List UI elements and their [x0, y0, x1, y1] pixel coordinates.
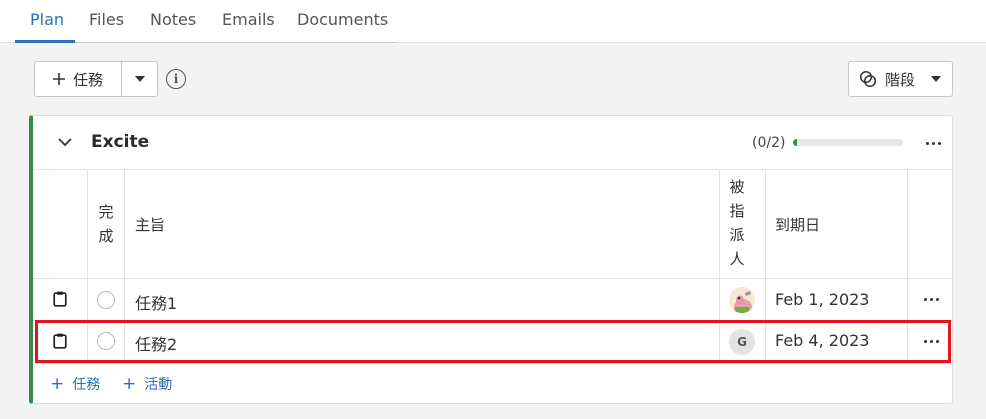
task-subject[interactable]: 任務2 — [135, 331, 177, 355]
row-divider — [33, 278, 952, 279]
add-task-link[interactable]: + 任務 — [50, 374, 100, 394]
plus-icon: + — [50, 373, 65, 394]
add-task-link-label: 任務 — [72, 377, 101, 393]
tab-files[interactable]: Files — [89, 10, 124, 29]
header-assignee-char: 人 — [729, 250, 745, 268]
add-activity-link[interactable]: + 活動 — [122, 374, 172, 394]
task-more-icon[interactable] — [924, 340, 939, 343]
header-done-char: 完 — [98, 203, 114, 221]
caret-down-icon — [135, 76, 145, 82]
stage-label: 階段 — [885, 70, 916, 89]
tab-notes[interactable]: Notes — [150, 10, 196, 29]
header-subject[interactable]: 主旨 — [135, 214, 165, 235]
header-assignee[interactable]: 被 指 派 人 — [727, 175, 747, 271]
header-assignee-char: 被 — [729, 178, 745, 196]
add-task-button[interactable]: 任務 — [35, 62, 121, 96]
stage-header: Excite (0/2) — [33, 116, 953, 170]
caret-down-icon — [931, 76, 942, 82]
task-more-icon[interactable] — [924, 298, 939, 301]
active-tab-indicator — [15, 40, 75, 43]
column-divider — [87, 170, 88, 364]
chevron-down-icon[interactable] — [57, 134, 73, 150]
progress-bar — [793, 139, 903, 146]
header-assignee-char: 指 — [729, 202, 745, 220]
task-complete-checkbox[interactable] — [97, 291, 115, 309]
row-divider — [33, 363, 952, 364]
progress-bar-fill — [793, 139, 798, 146]
column-divider — [124, 170, 125, 364]
assignee-avatar-image — [729, 287, 755, 313]
plus-icon — [52, 73, 65, 85]
plus-icon: + — [122, 373, 137, 394]
stage-title: Excite — [91, 132, 150, 152]
stage-more-icon[interactable] — [926, 142, 941, 145]
task-clipboard-icon[interactable] — [53, 333, 67, 349]
header-done-char: 成 — [98, 227, 114, 245]
add-task-button-group: 任務 — [34, 61, 158, 97]
tab-documents[interactable]: Documents — [297, 10, 388, 29]
add-task-label: 任務 — [72, 70, 103, 89]
assignee-avatar[interactable] — [729, 287, 755, 313]
task-complete-checkbox[interactable] — [97, 332, 115, 350]
tab-bar: Plan Files Notes Emails Documents — [0, 0, 986, 43]
task-subject[interactable]: 任務1 — [135, 290, 177, 314]
column-divider — [765, 170, 766, 364]
stage-button[interactable]: 階段 — [848, 61, 953, 97]
task-clipboard-icon[interactable] — [53, 291, 67, 307]
tab-plan[interactable]: Plan — [30, 10, 64, 29]
header-assignee-char: 派 — [729, 226, 745, 244]
tab-emails[interactable]: Emails — [222, 10, 275, 29]
header-done[interactable]: 完 成 — [96, 200, 116, 248]
add-options-dropdown[interactable] — [122, 62, 158, 96]
info-icon[interactable]: i — [166, 69, 186, 89]
column-divider — [719, 170, 720, 364]
column-divider — [907, 170, 908, 364]
task-due-date[interactable]: Feb 1, 2023 — [775, 290, 869, 309]
row-divider — [33, 320, 952, 321]
header-due-date[interactable]: 到期日 — [775, 214, 820, 235]
progress-count: (0/2) — [752, 135, 786, 151]
add-activity-link-label: 活動 — [144, 377, 173, 393]
stage-card: Excite (0/2) — [29, 115, 953, 404]
stages-icon — [859, 70, 877, 88]
assignee-avatar[interactable]: G — [729, 329, 755, 355]
task-due-date[interactable]: Feb 4, 2023 — [775, 331, 869, 350]
